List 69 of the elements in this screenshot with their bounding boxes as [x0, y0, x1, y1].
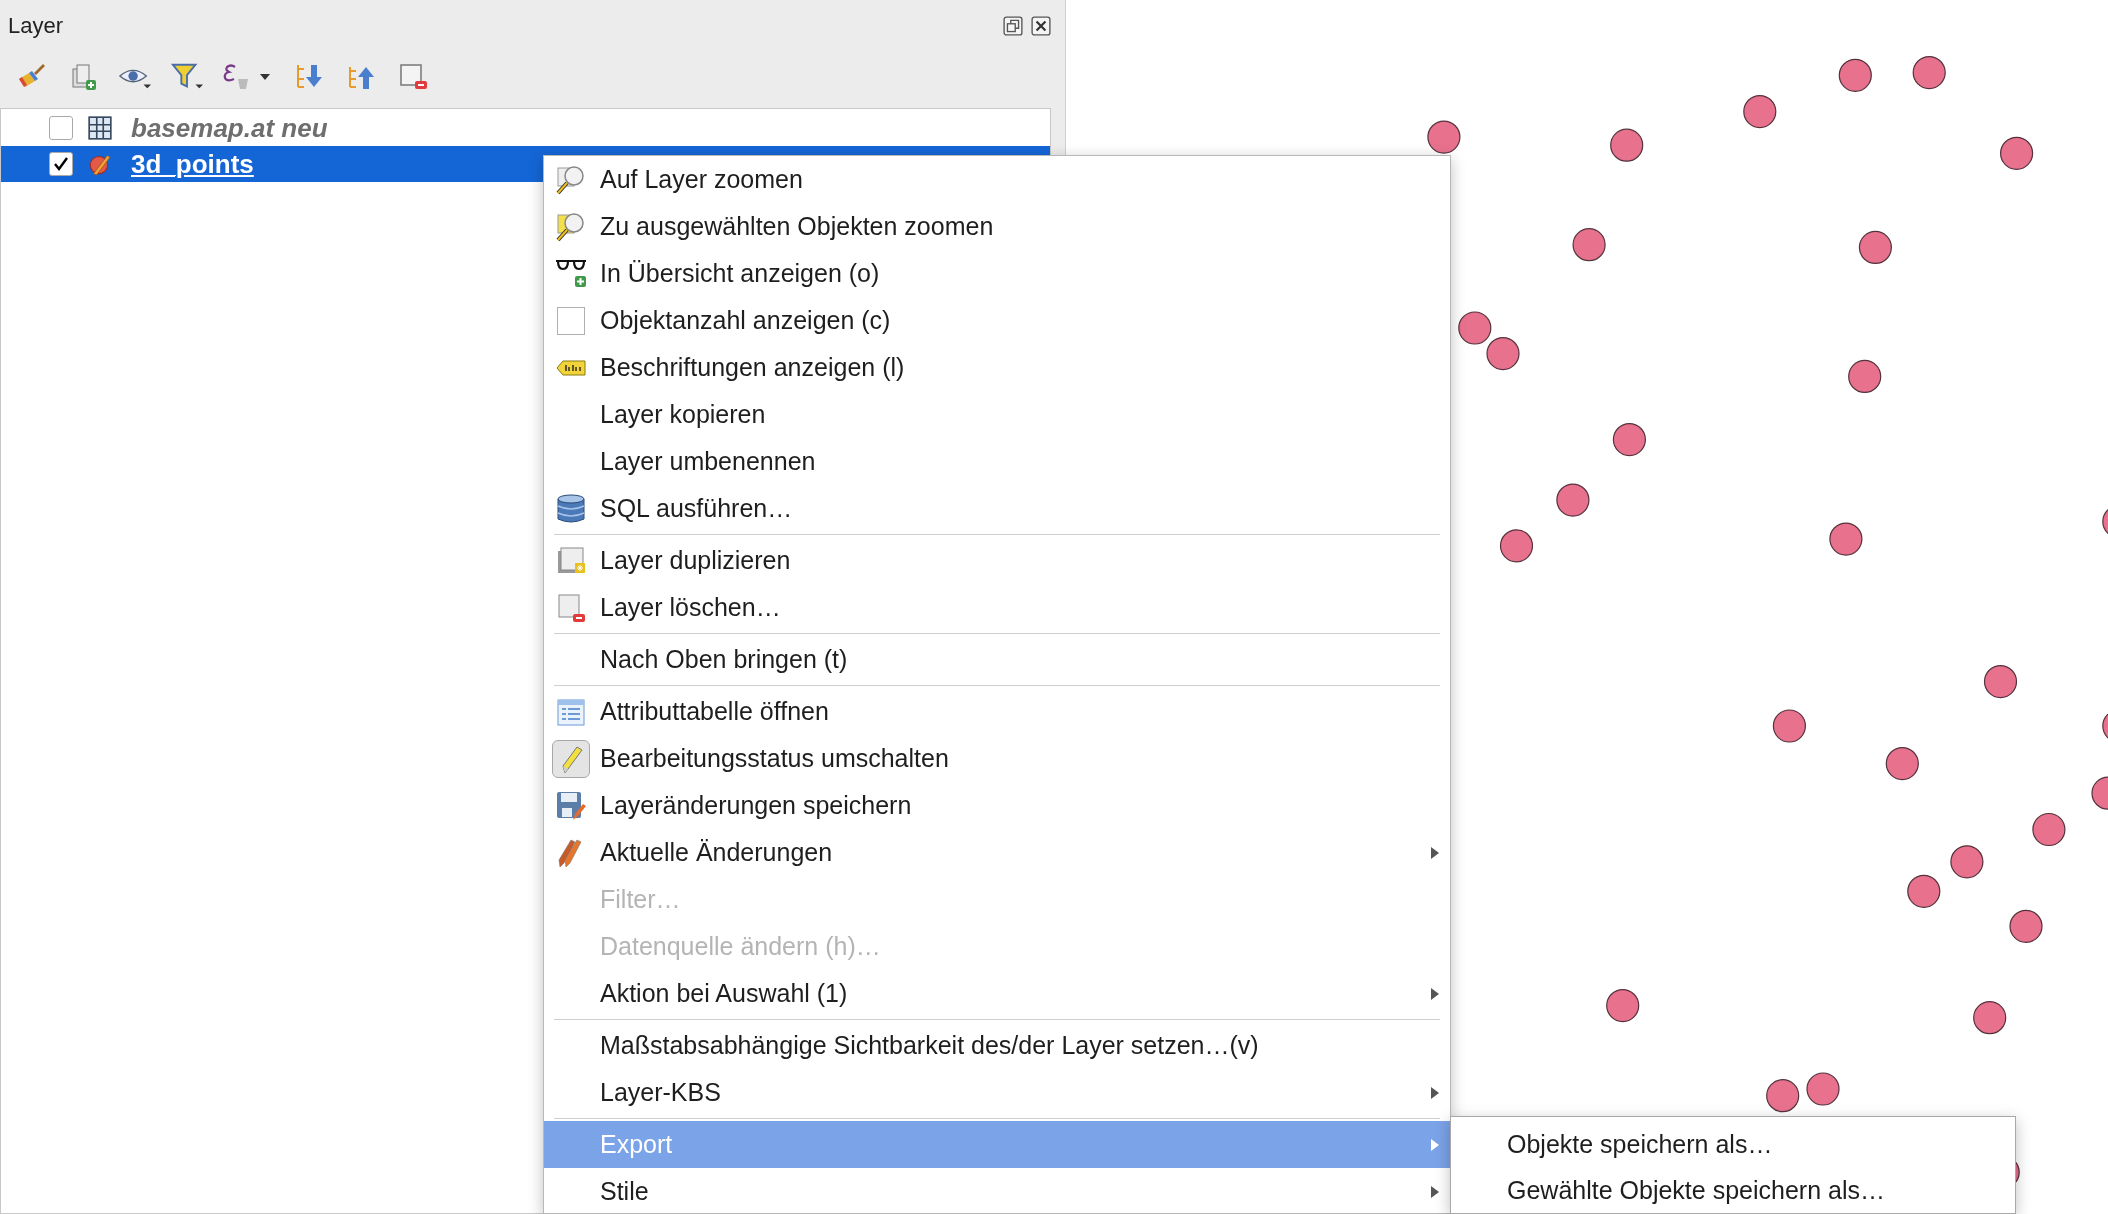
menu-item[interactable]: Zu ausgewählten Objekten zoomen: [544, 203, 1450, 250]
point-marker: [1806, 1072, 1840, 1106]
remove-layer-icon: [555, 591, 587, 624]
menu-item[interactable]: Maßstabsabhängige Sichtbarkeit des/der Layer setzen…(v): [544, 1022, 1450, 1069]
close-icon[interactable]: [1031, 16, 1051, 36]
database-icon: [555, 492, 587, 525]
menu-item[interactable]: Attributtabelle öffnen: [544, 688, 1450, 735]
menu-item[interactable]: Nach Oben bringen (t): [544, 636, 1450, 683]
point-marker: [1950, 845, 1984, 879]
menu-item[interactable]: Aktuelle Änderungen: [544, 829, 1450, 876]
submenu-arrow-icon: [1430, 1085, 1440, 1100]
layer-name[interactable]: basemap.at neu: [127, 112, 332, 144]
point-marker: [1458, 311, 1492, 345]
submenu-arrow-icon: [1430, 1137, 1440, 1152]
float-icon[interactable]: [1003, 16, 1023, 36]
point-marker: [1838, 58, 1872, 92]
point-marker: [1885, 747, 1919, 781]
panel-title: Layer: [8, 13, 64, 39]
point-marker: [1829, 522, 1863, 556]
menu-item[interactable]: In Übersicht anzeigen (o): [544, 250, 1450, 297]
menu-item[interactable]: Layer kopieren: [544, 391, 1450, 438]
submenu-arrow-icon: [1430, 1184, 1440, 1199]
layer-checkbox[interactable]: [49, 152, 73, 176]
point-marker: [2032, 812, 2066, 847]
point-marker: [1743, 95, 1777, 129]
point-marker: [1848, 359, 1882, 393]
submenu-arrow-icon: [1430, 986, 1440, 1001]
point-marker: [1486, 337, 1520, 371]
menu-item[interactable]: SQL ausführen…: [544, 485, 1450, 532]
point-marker: [1912, 56, 1946, 90]
menu-item[interactable]: Layeränderungen speichern: [544, 782, 1450, 829]
grid-icon: [87, 115, 113, 141]
layer-checkbox[interactable]: [49, 116, 73, 140]
point-marker: [1858, 230, 1892, 264]
point-marker: [1766, 1079, 1800, 1113]
point-marker: [1610, 128, 1644, 162]
point-marker: [1606, 989, 1640, 1023]
point-marker: [1556, 483, 1590, 517]
glasses-icon: [555, 257, 587, 290]
point-marker: [1572, 228, 1606, 262]
save-edits-icon: [555, 789, 587, 822]
point-marker: [1973, 1001, 2007, 1035]
checkbox[interactable]: [557, 306, 585, 335]
point-marker: [2009, 909, 2043, 943]
menu-item[interactable]: Aktion bei Auswahl (1): [544, 970, 1450, 1017]
point-marker: [1612, 423, 1646, 457]
point-marker: [1772, 709, 1806, 743]
point-marker: [2091, 776, 2108, 810]
menu-item[interactable]: Gewählte Objekte speichern als…: [1451, 1167, 2015, 1213]
menu-item[interactable]: Layer umbenennen: [544, 438, 1450, 485]
menu-item[interactable]: Bearbeitungsstatus umschalten: [544, 735, 1450, 782]
menu-item[interactable]: Layer löschen…: [544, 584, 1450, 631]
zoom-selection-icon: [555, 210, 587, 243]
menu-item[interactable]: Objektanzahl anzeigen (c): [544, 297, 1450, 344]
point-marker: [2000, 136, 2034, 170]
menu-item[interactable]: Layer duplizieren: [544, 537, 1450, 584]
toggle-frame[interactable]: [552, 739, 590, 778]
zoom-icon: [555, 163, 587, 196]
menu-item[interactable]: Stile: [544, 1168, 1450, 1213]
point-marker: [1907, 874, 1941, 908]
layer-row[interactable]: basemap.at neu: [1, 110, 1050, 146]
submenu-arrow-icon: [1430, 845, 1440, 860]
menu-item[interactable]: Beschriftungen anzeigen (l): [544, 344, 1450, 391]
point-marker: [1427, 120, 1461, 154]
menu-item[interactable]: Objekte speichern als…: [1451, 1121, 2015, 1167]
layer-name[interactable]: 3d_points: [127, 148, 258, 180]
point-marker: [1983, 665, 2018, 699]
menu-item[interactable]: Layer-KBS: [544, 1069, 1450, 1116]
point-marker: [1499, 529, 1534, 563]
